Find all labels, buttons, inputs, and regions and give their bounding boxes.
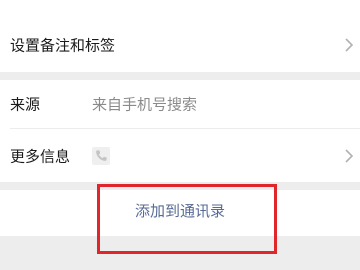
phone-icon [92,146,110,165]
source-label: 来源 [10,95,41,114]
info-card: 来源 来自手机号搜索 更多信息 [0,80,360,182]
source-row: 来源 来自手机号搜索 [0,80,360,128]
chevron-right-icon [345,38,354,52]
remark-label: 设置备注和标签 [10,36,116,55]
more-info-label: 更多信息 [10,147,71,165]
highlight-box [97,184,277,254]
remark-row[interactable]: 设置备注和标签 [0,18,360,72]
chevron-right-icon [345,148,354,163]
remark-card: 设置备注和标签 [0,0,360,72]
more-info-row[interactable]: 更多信息 [0,129,360,182]
source-value: 来自手机号搜索 [92,95,198,114]
